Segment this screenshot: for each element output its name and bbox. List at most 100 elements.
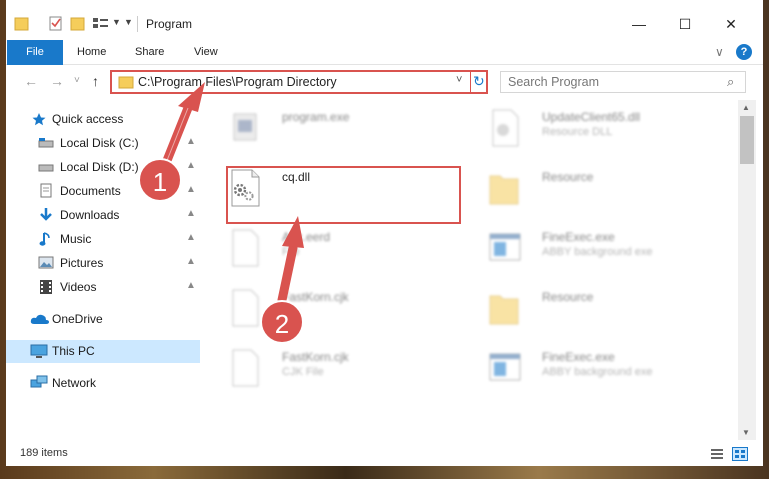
large-icons-view-icon[interactable] [732, 447, 748, 461]
callout-1: 1 [138, 158, 182, 202]
forward-button[interactable]: → [50, 73, 64, 89]
file-type: ABBY background exe [542, 366, 653, 378]
pin-icon: ▲ [186, 136, 196, 147]
nav-label: Local Disk (C:) [60, 136, 139, 150]
file-name: Abc.eerd [282, 230, 331, 244]
folder-icon [118, 76, 134, 89]
back-button[interactable]: ← [24, 73, 38, 89]
nav-label: Pictures [60, 256, 104, 270]
file-icon [232, 349, 259, 387]
file-name: Resource [542, 290, 594, 304]
exe-icon [233, 113, 257, 141]
expand-ribbon-icon[interactable]: ∨ [715, 40, 724, 64]
search-box[interactable]: Search Program ⌕ [500, 71, 746, 93]
up-button[interactable]: ↑ [92, 73, 99, 89]
list-item[interactable]: FastKorn.cjk File [206, 284, 456, 334]
maximize-button[interactable]: ☐ [662, 9, 708, 39]
music-icon [39, 232, 50, 246]
list-item[interactable]: Resource [466, 284, 716, 334]
pin-icon: ▲ [186, 232, 196, 243]
explorer-window: ▼ ▼ Program — ☐ ✕ File Home Share View ∨… [6, 0, 763, 466]
minimize-button[interactable]: — [616, 9, 662, 39]
list-item[interactable]: FastKorn.cjk CJK File [206, 344, 456, 394]
tab-home[interactable]: Home [77, 40, 106, 64]
close-button[interactable]: ✕ [708, 9, 754, 39]
nav-this-pc[interactable]: This PC [6, 340, 200, 363]
tab-view[interactable]: View [194, 40, 218, 64]
scroll-down-icon[interactable]: ▼ [742, 428, 750, 437]
refresh-icon[interactable]: ↻ [473, 73, 485, 90]
address-divider [470, 70, 471, 94]
app-window-icon [489, 233, 521, 261]
scroll-up-icon[interactable]: ▲ [742, 103, 750, 112]
help-icon[interactable]: ? [736, 44, 752, 60]
drive-icon [38, 138, 54, 148]
view-options-icon[interactable] [92, 14, 110, 34]
vertical-scrollbar[interactable]: ▲ ▼ [738, 100, 756, 440]
nav-label: Music [60, 232, 92, 246]
nav-label: Downloads [60, 208, 120, 222]
customize-qa-icon[interactable]: ▼ [124, 17, 133, 37]
nav-videos[interactable]: Videos ▲ [6, 276, 200, 298]
downloads-icon [40, 208, 52, 221]
properties-icon[interactable] [48, 14, 64, 34]
highlight-box [226, 166, 461, 224]
file-icon [232, 289, 259, 327]
file-type: CJK File [282, 366, 324, 378]
new-folder-icon[interactable] [70, 14, 86, 34]
callout-2: 2 [260, 300, 304, 344]
file-type: ABBY background exe [542, 246, 653, 258]
nav-downloads[interactable]: Downloads ▲ [6, 204, 200, 226]
app-window-icon [489, 353, 521, 381]
list-item[interactable]: UpdateClient65.dll Resource DLL [466, 104, 716, 154]
nav-label: Network [52, 376, 97, 390]
nav-network[interactable]: Network [6, 372, 200, 394]
items-count: 189 items [20, 447, 68, 459]
nav-label: Documents [60, 184, 121, 198]
nav-quick-access[interactable]: Quick access [6, 108, 200, 130]
title-divider [137, 16, 138, 32]
ribbon-tabs: File Home Share View ∨ ? [6, 40, 763, 90]
list-item[interactable]: FineExec.exe ABBY background exe [466, 344, 716, 394]
title-bar: ▼ ▼ Program — ☐ ✕ [6, 0, 763, 40]
nav-local-disk-c[interactable]: Local Disk (C:) ▲ [6, 132, 200, 154]
nav-label: OneDrive [52, 312, 103, 326]
dropdown-icon[interactable]: ▼ [112, 17, 121, 37]
drive-icon [38, 164, 54, 172]
list-item[interactable]: FineExec.exe ABBY background exe [466, 224, 716, 274]
status-bar: 189 items [6, 442, 763, 466]
nav-label: This PC [52, 344, 95, 358]
nav-onedrive[interactable]: OneDrive [6, 308, 200, 330]
address-bar[interactable]: C:\Program Files\Program Directory ˅ ↻ [110, 70, 488, 94]
pin-icon: ▲ [186, 256, 196, 267]
file-name: FastKorn.cjk [282, 350, 349, 364]
details-view-icon[interactable] [710, 448, 724, 460]
list-item[interactable]: Abc.eerd File [206, 224, 456, 274]
list-item[interactable]: program.exe [206, 104, 456, 154]
address-dropdown-icon[interactable]: ˅ [456, 74, 462, 86]
tab-share[interactable]: Share [135, 40, 164, 64]
pin-icon: ▲ [186, 160, 196, 171]
nav-label: Videos [60, 280, 97, 294]
pictures-icon [38, 256, 54, 269]
scroll-thumb[interactable] [740, 116, 754, 164]
search-icon[interactable]: ⌕ [727, 74, 734, 90]
pin-icon: ▲ [186, 184, 196, 195]
nav-music[interactable]: Music ▲ [6, 228, 200, 250]
recent-locations-button[interactable]: ˅ [74, 75, 80, 86]
file-name: program.exe [282, 110, 350, 124]
navigation-pane: Quick access Local Disk (C:) ▲ Local Dis… [6, 100, 200, 440]
documents-icon [40, 183, 52, 198]
file-icon [232, 229, 259, 267]
nav-pictures[interactable]: Pictures ▲ [6, 252, 200, 274]
file-list: program.exe UpdateClient65.dll Resource … [206, 100, 738, 440]
file-name: FineExec.exe [542, 350, 615, 364]
list-item[interactable]: Resource [466, 164, 716, 214]
pin-icon: ▲ [186, 280, 196, 291]
nav-label: Quick access [52, 112, 124, 126]
onedrive-icon [30, 314, 49, 324]
file-name: UpdateClient65.dll [542, 110, 641, 124]
address-path: C:\Program Files\Program Directory [138, 75, 337, 89]
search-input[interactable]: Search Program [508, 75, 599, 89]
window-title: Program [146, 17, 193, 31]
